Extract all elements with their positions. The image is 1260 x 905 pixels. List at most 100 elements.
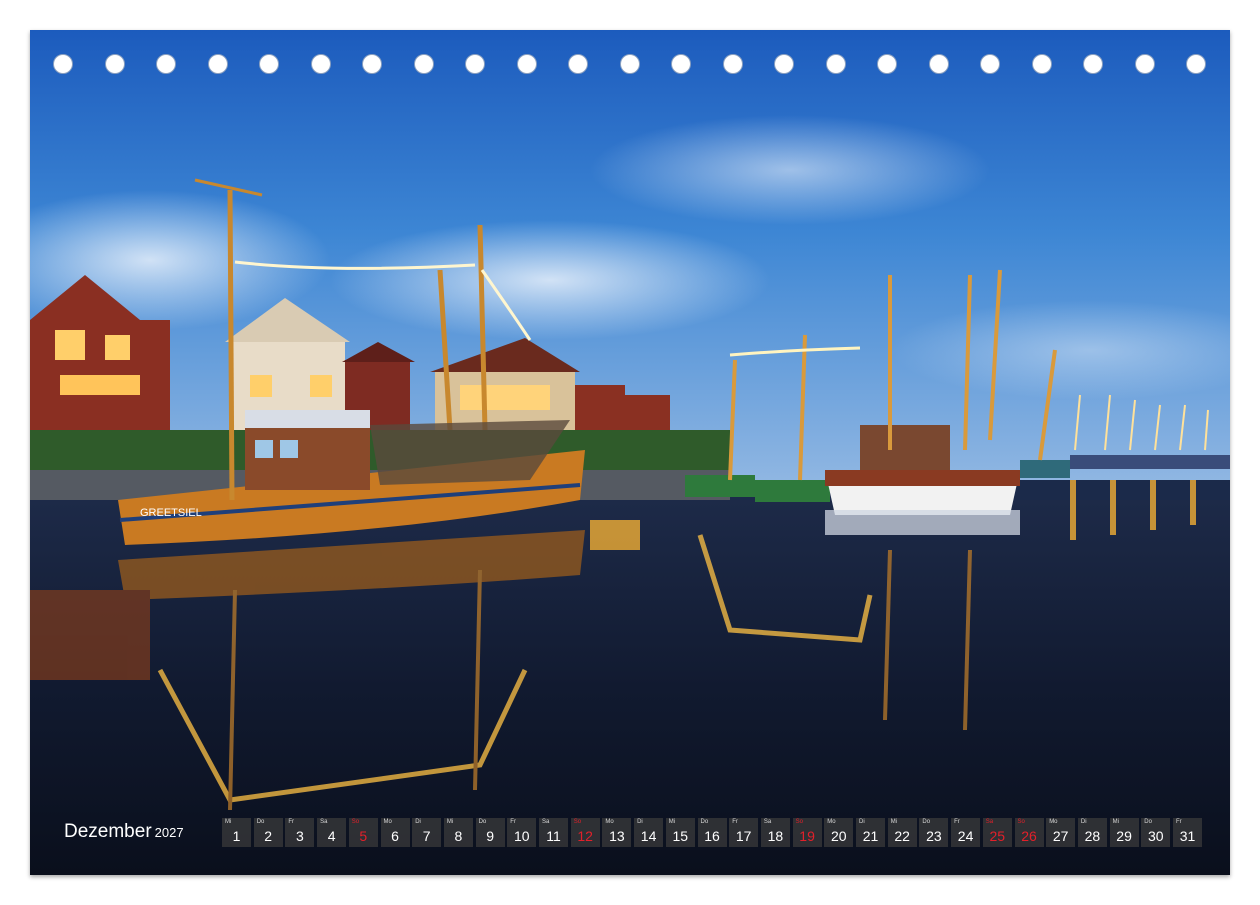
calendar-day: Mo 27: [1046, 818, 1076, 847]
day-number: 25: [989, 828, 1006, 844]
calendar-day: So 5: [348, 818, 378, 847]
day-number: 17: [735, 828, 752, 844]
weekday-label: Do: [700, 819, 709, 825]
calendar-day: So 26: [1014, 818, 1044, 847]
calendar-day: Do 16: [697, 818, 727, 847]
weekday-label: Fr: [1176, 819, 1182, 825]
day-number: 31: [1179, 828, 1196, 844]
calendar-day: Sa 4: [317, 818, 347, 847]
calendar-day: Mi 8: [443, 818, 473, 847]
day-number: 29: [1116, 828, 1132, 844]
day-number: 16: [704, 828, 720, 844]
binding-holes: [30, 54, 1230, 80]
day-number: 2: [264, 828, 273, 844]
binding-hole: [413, 54, 434, 74]
weekday-label: Fr: [954, 819, 960, 825]
cloud: [330, 220, 770, 340]
binding-hole: [722, 54, 743, 74]
day-number: 24: [957, 828, 974, 844]
day-number: 4: [327, 828, 336, 844]
weekday-label: Di: [1080, 819, 1087, 825]
calendar-day: Sa 18: [760, 818, 790, 847]
day-number: 3: [295, 828, 304, 844]
binding-hole: [259, 54, 279, 74]
cloud: [590, 115, 990, 225]
weekday-label: Mo: [383, 819, 392, 825]
day-number: 9: [486, 828, 494, 844]
weekday-label: Do: [256, 819, 265, 825]
binding-hole: [619, 54, 640, 74]
day-number: 14: [640, 828, 657, 844]
calendar-day: Fr 3: [285, 818, 315, 847]
weekday-label: Mi: [668, 819, 676, 825]
binding-hole: [928, 54, 949, 74]
calendar-day: Mo 6: [380, 818, 410, 847]
binding-hole: [53, 54, 73, 74]
weekday-label: Do: [1144, 819, 1152, 825]
binding-hole: [1031, 54, 1052, 74]
calendar-day: Sa 11: [539, 818, 568, 847]
calendar-day: Do 2: [253, 818, 283, 847]
calendar-page: GREETSIEL Dezember 2027 Mi 1 Do 2 Fr 3 S…: [30, 30, 1230, 875]
binding-hole: [568, 54, 588, 74]
binding-hole: [207, 54, 228, 74]
month-name: Dezember: [64, 821, 152, 842]
weekday-label: Mi: [225, 819, 232, 825]
day-number: 22: [894, 828, 910, 844]
calendar-strip: Dezember 2027 Mi 1 Do 2 Fr 3 Sa 4 So 5 Mo 6 Di 7 Mi 8 Do 9…: [58, 815, 1206, 849]
binding-hole: [980, 54, 1000, 74]
day-number: 1: [232, 828, 241, 844]
day-number: 21: [862, 828, 879, 844]
calendar-day: Fr 17: [729, 818, 759, 847]
calendar-day: Do 23: [919, 818, 949, 847]
calendar-day: Mo 13: [602, 818, 632, 847]
calendar-day: Di 14: [634, 818, 664, 847]
weekday-label: Di: [859, 819, 865, 825]
binding-hole: [1134, 54, 1155, 74]
weekday-label: So: [1017, 819, 1025, 825]
weekday-label: Do: [478, 819, 487, 825]
calendar-day: Mi 22: [887, 818, 917, 847]
calendar-day: So 12: [570, 818, 600, 847]
day-number: 8: [454, 828, 463, 844]
weekday-label: Di: [415, 819, 421, 825]
binding-hole: [516, 54, 537, 74]
day-number: 19: [799, 828, 815, 844]
calendar-day: Di 28: [1077, 818, 1107, 847]
day-number: 18: [767, 828, 784, 844]
binding-hole: [877, 54, 897, 74]
calendar-day: Mo 20: [824, 818, 854, 847]
day-number: 23: [926, 828, 942, 844]
day-number: 12: [577, 828, 593, 844]
weekday-label: Sa: [763, 819, 772, 825]
binding-hole: [825, 54, 846, 74]
boat-name: GREETSIEL: [140, 507, 202, 519]
month-label: Dezember 2027: [64, 821, 184, 845]
weekday-label: Sa: [985, 819, 994, 825]
binding-hole: [1186, 54, 1206, 74]
day-number: 28: [1084, 828, 1101, 844]
binding-hole: [362, 54, 382, 74]
weekday-label: Di: [637, 819, 643, 825]
binding-hole: [774, 54, 794, 74]
binding-hole: [156, 54, 176, 74]
day-number: 20: [831, 828, 847, 844]
binding-hole: [104, 54, 125, 74]
day-number: 10: [514, 828, 530, 844]
weekday-label: Mo: [1049, 819, 1058, 825]
day-number: 6: [391, 828, 399, 844]
weekday-label: Sa: [320, 819, 328, 825]
binding-hole: [1083, 54, 1103, 74]
calendar-day: Sa 25: [982, 818, 1012, 847]
weekday-label: Mi: [446, 819, 454, 825]
calendar-day: Mi 1: [222, 818, 251, 847]
harbor-photo: GREETSIEL: [30, 30, 1230, 875]
calendar-day: Do 9: [475, 818, 505, 847]
day-number: 26: [1021, 828, 1037, 844]
day-number: 15: [672, 828, 689, 844]
binding-hole: [310, 54, 331, 74]
calendar-day: Di 7: [412, 818, 442, 847]
calendar-day: Mi 15: [665, 818, 695, 847]
weekday-label: So: [573, 819, 582, 825]
calendar-day: Fr 24: [951, 818, 981, 847]
